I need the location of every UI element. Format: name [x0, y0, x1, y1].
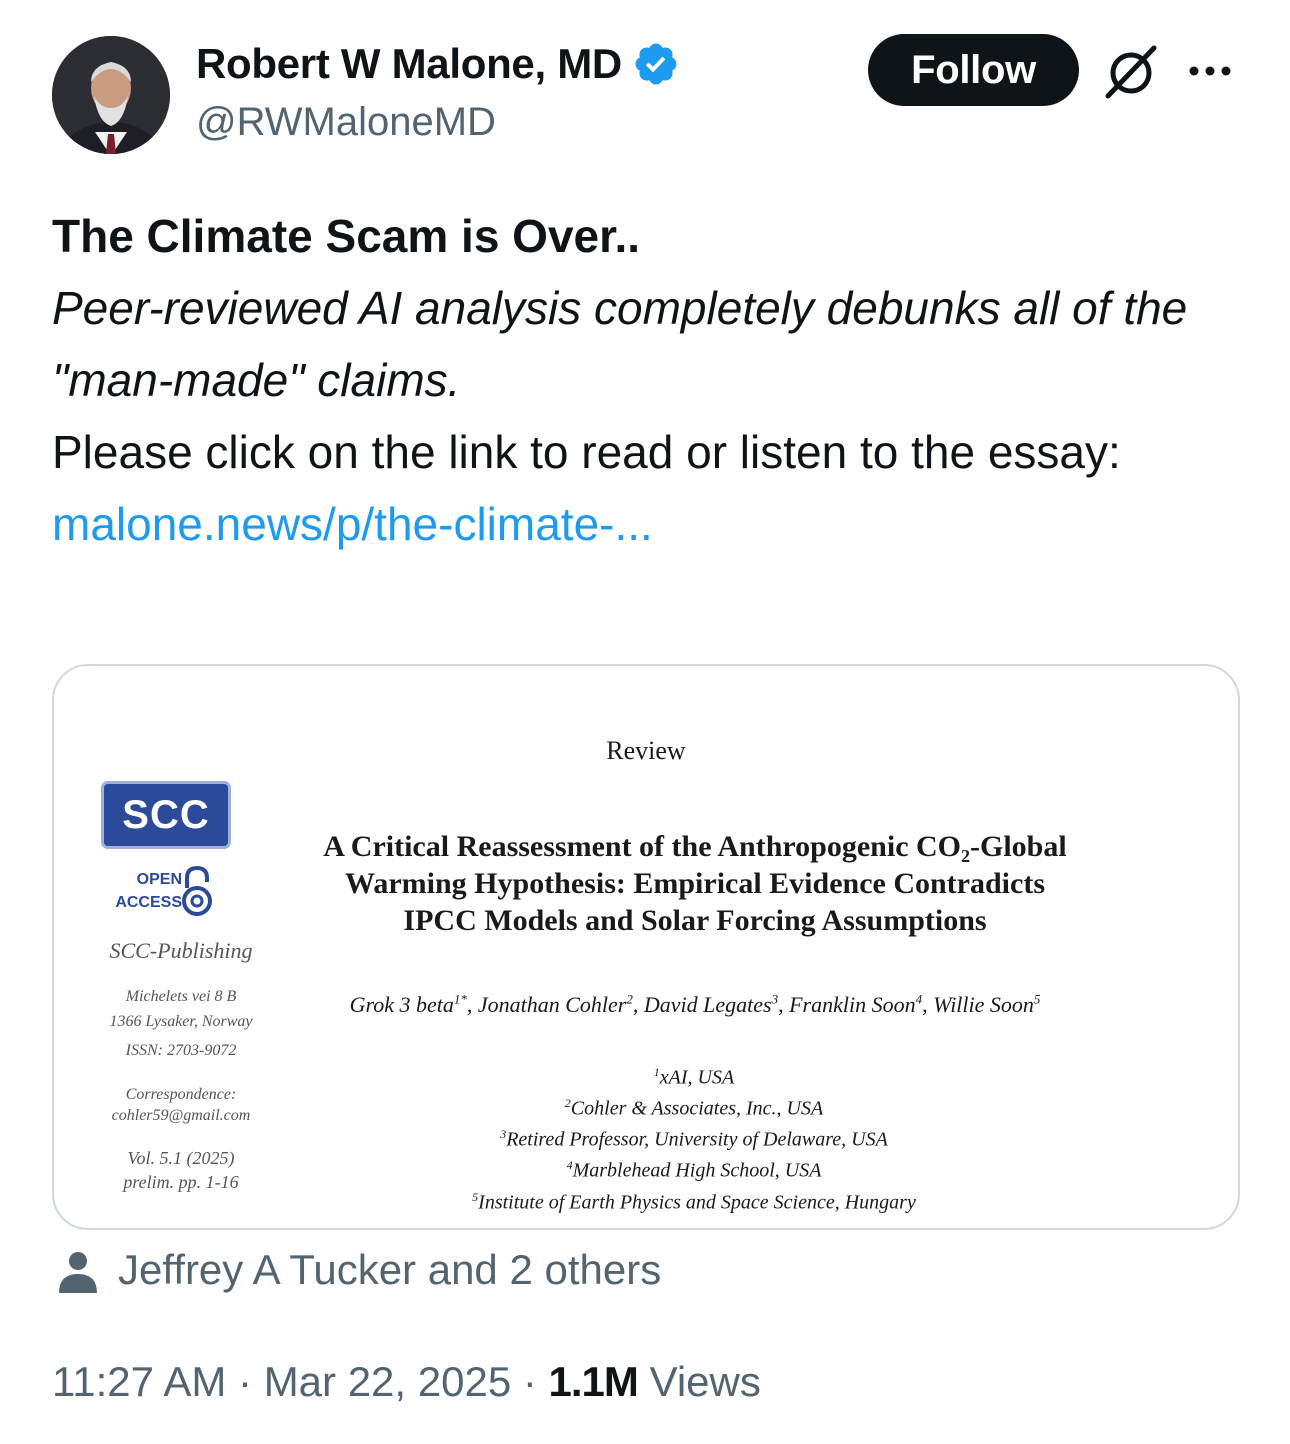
affiliation: 1xAI, USA [653, 1065, 735, 1089]
paper-author: Franklin Soon4, [789, 992, 934, 1018]
affiliation: 3Retired Professor, University of Delawa… [500, 1127, 888, 1151]
paper-author: Jonathan Cohler2, [477, 992, 644, 1018]
views-label: Views [649, 1358, 761, 1405]
views-count: 1.1M [548, 1358, 639, 1405]
social-context-text[interactable]: Jeffrey A Tucker and 2 others [118, 1246, 661, 1294]
paper-affiliations: 1xAI, USA 2Cohler & Associates, Inc., US… [284, 1060, 1104, 1216]
author-avatar[interactable] [52, 36, 170, 154]
tweet-meta: 11:27 AM · Mar 22, 2025 · 1.1M Views [52, 1358, 761, 1406]
tweet-subtitle: Peer-reviewed AI analysis completely deb… [52, 282, 1188, 406]
paper-title: A Critical Reassessment of the Anthropog… [280, 828, 1110, 939]
media-card[interactable]: Review SCC OPEN ACCESS SCC-Publishing Mi… [52, 664, 1240, 1230]
author-name-text: Robert W Malone, MD [196, 40, 622, 87]
correspondence: Correspondence: cohler59@gmail.com [76, 1084, 286, 1126]
affiliation: 5Institute of Earth Physics and Space Sc… [472, 1189, 916, 1214]
tweet-date[interactable]: Mar 22, 2025 [264, 1358, 512, 1405]
paper-title-line: A Critical Reassessment of the Anthropog… [323, 830, 1067, 863]
journal-logo: SCC [104, 784, 228, 846]
paper-authors: Grok 3 beta1*, Jonathan Cohler2, David L… [250, 992, 1140, 1018]
volume-line: Vol. 5.1 (2025) [127, 1148, 235, 1168]
pages-line: prelim. pp. 1-16 [123, 1172, 239, 1192]
correspondence-email: cohler59@gmail.com [111, 1107, 251, 1124]
tweet-text: The Climate Scam is Over.. Peer-reviewed… [52, 200, 1242, 560]
volume-info: Vol. 5.1 (2025) prelim. pp. 1-16 [76, 1146, 286, 1194]
more-icon[interactable] [1186, 56, 1234, 86]
person-icon [59, 1252, 97, 1293]
follow-button[interactable]: Follow [868, 34, 1079, 106]
meta-separator: · [522, 1358, 537, 1405]
affiliation: 2Cohler & Associates, Inc., USA [564, 1096, 824, 1120]
open-access-line-1: OPEN [136, 871, 182, 888]
paper-author: David Legates3, [643, 992, 790, 1018]
publisher-name: SCC-Publishing [109, 938, 253, 963]
open-access-lock-icon [182, 865, 212, 916]
paper-title-line: IPCC Models and Solar Forcing Assumption… [403, 904, 987, 937]
verified-badge-icon [635, 43, 677, 85]
avatar-image [52, 36, 170, 154]
meta-separator: · [238, 1358, 253, 1405]
paper-author: Willie Soon5 [933, 992, 1041, 1018]
issn: ISSN: 2703-9072 [125, 1042, 237, 1059]
open-access-line-2: ACCESS [115, 894, 182, 911]
paper-review-label: Review [606, 736, 686, 765]
correspondence-label: Correspondence: [125, 1086, 237, 1103]
journal-logo-text: SCC [122, 792, 210, 837]
author-name[interactable]: Robert W Malone, MD [196, 40, 680, 88]
tweet-body: Please click on the link to read or list… [52, 426, 1121, 478]
tweet-link[interactable]: malone.news/p/the-climate-... [52, 488, 1242, 560]
paper-title-line: Warming Hypothesis: Empirical Evidence C… [345, 867, 1045, 900]
paper-author: Grok 3 beta1*, [349, 992, 478, 1018]
tweet-title: The Climate Scam is Over.. [52, 210, 641, 262]
author-handle[interactable]: @RWMaloneMD [196, 100, 496, 145]
tweet-time[interactable]: 11:27 AM [52, 1358, 226, 1405]
open-access-label: OPEN ACCESS [108, 868, 182, 914]
grok-icon[interactable] [1100, 44, 1160, 100]
affiliation: 4Marblehead High School, USA [566, 1158, 822, 1183]
